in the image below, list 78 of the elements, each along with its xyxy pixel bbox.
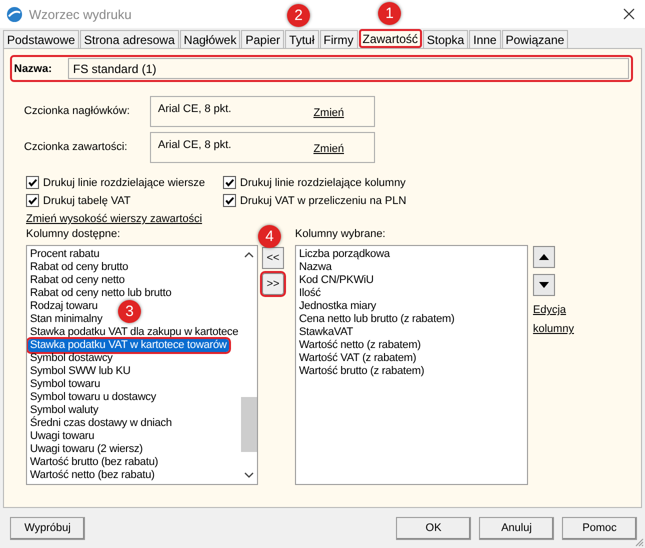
list-label: Kolumny dostępne:	[26, 228, 122, 240]
tab[interactable]: Inne	[469, 30, 501, 48]
row-height-link[interactable]: Zmień wysokość wierszy zawartości	[26, 213, 202, 225]
list-item[interactable]: Ilość	[297, 287, 323, 300]
selected-columns-list[interactable]: Liczba porządkowa Nazwa Kod CN/PKWiU Ilość Jednostka miary Cena netto lub brutto (z rabatem) StawkaVAT Wartość netto (z rabatem) Wartość VAT (z rabatem) Wartość brutto (z rabatem)	[295, 245, 528, 485]
tab[interactable]: Firmy	[320, 30, 358, 48]
list-item[interactable]: Symbol SWW lub KU	[28, 365, 133, 378]
list-item[interactable]: Procent rabatu	[28, 248, 102, 261]
field-label: Nazwa:	[14, 62, 53, 74]
list-item[interactable]: Rodzaj towaru	[28, 300, 100, 313]
field-label: Czcionka zawartości:	[24, 140, 128, 155]
list-item[interactable]: Wartość brutto (bez rabatu)	[28, 456, 160, 469]
list-item[interactable]: Uwagi towaru (2 wiersz)	[28, 443, 145, 456]
list-item[interactable]: Symbol towaru u dostawcy	[28, 391, 158, 404]
list-item[interactable]: Wartość brutto (z rabatem)	[297, 365, 426, 378]
tab[interactable]: Papier	[241, 30, 284, 48]
checkbox-label: Drukuj linie rozdzielające wiersze	[43, 176, 206, 188]
checkbox[interactable]	[223, 176, 236, 189]
app-logo-icon	[6, 6, 23, 22]
font-value: Arial CE, 8 pkt.	[158, 139, 232, 151]
move-button[interactable]: <<	[262, 247, 284, 269]
list-item[interactable]: Rabat od ceny netto lub brutto	[28, 287, 174, 300]
tab[interactable]: Tytuł	[285, 30, 319, 48]
change-link[interactable]: Zmień	[313, 107, 344, 119]
list-item[interactable]: Liczba porządkowa	[297, 248, 392, 261]
list-item[interactable]: Uwagi towaru	[28, 430, 96, 443]
list-item[interactable]: Stawka podatku VAT w kartotece towarów	[28, 339, 229, 352]
list-label: Kolumny wybrane:	[295, 228, 386, 240]
footer-button[interactable]: Anuluj	[479, 516, 554, 540]
list-item[interactable]: Jednostka miary	[297, 300, 378, 313]
list-item[interactable]: Stan minimalny	[28, 313, 104, 326]
available-columns-list[interactable]	[26, 245, 258, 485]
move-up-button[interactable]	[533, 246, 555, 268]
up-triangle-icon	[539, 254, 549, 260]
font-value: Arial CE, 8 pkt.	[158, 103, 232, 115]
list-item[interactable]: Symbol towaru	[28, 378, 102, 391]
footer-button[interactable]: OK	[396, 516, 471, 540]
tab[interactable]: Nagłówek	[180, 30, 240, 48]
footer-button[interactable]: Wypróbuj	[10, 516, 85, 540]
tab[interactable]: Podstawowe	[3, 30, 80, 48]
move-button[interactable]: >>	[262, 273, 284, 295]
scroll-up-icon[interactable]	[244, 251, 254, 259]
checkbox-label: Drukuj linie rozdzielające kolumny	[240, 176, 406, 188]
tab[interactable]: Powiązane	[502, 30, 568, 48]
change-link[interactable]: Zmień	[313, 143, 344, 155]
list-item[interactable]: Rabat od ceny netto	[28, 274, 127, 287]
list-item[interactable]: Nazwa	[297, 261, 334, 274]
resize-grip-icon[interactable]	[634, 537, 644, 547]
list-item[interactable]: Rabat od ceny brutto	[28, 261, 130, 274]
move-down-button[interactable]	[533, 274, 555, 296]
list-item[interactable]: Kod CN/PKWiU	[297, 274, 376, 287]
list-item[interactable]: Symbol waluty	[28, 404, 100, 417]
list-item[interactable]: Cena netto lub brutto (z rabatem)	[297, 313, 456, 326]
tab[interactable]: Zawartość	[358, 29, 422, 48]
edit-link[interactable]: Edycja	[533, 304, 574, 316]
list-item[interactable]: Wartość VAT (z rabatem)	[297, 352, 418, 365]
list-item[interactable]: Wartość netto (z rabatem)	[297, 339, 423, 352]
checkbox[interactable]	[26, 194, 39, 207]
tab[interactable]: Stopka	[422, 30, 468, 48]
field-label: Czcionka nagłówków:	[24, 104, 131, 119]
footer-button[interactable]: Pomoc	[562, 516, 637, 540]
name-field[interactable]: FS standard (1)	[68, 58, 629, 79]
list-item[interactable]: Wartość netto (bez rabatu)	[28, 469, 157, 482]
list-item[interactable]: Stawka podatku VAT dla zakupu w kartotece	[28, 326, 240, 339]
scroll-down-icon[interactable]	[244, 471, 254, 479]
checkbox[interactable]	[26, 176, 39, 189]
checkbox-label: Drukuj VAT w przeliczeniu na PLN	[240, 194, 406, 206]
down-triangle-icon	[539, 282, 549, 288]
close-icon[interactable]	[623, 8, 635, 20]
list-item[interactable]: Średni czas dostawy w dniach	[28, 417, 174, 430]
checkbox-label: Drukuj tabelę VAT	[43, 194, 131, 206]
list-item[interactable]: Symbol dostawcy	[28, 352, 115, 365]
edit-link[interactable]: kolumny	[533, 323, 574, 335]
list-item[interactable]: StawkaVAT	[297, 326, 356, 339]
checkbox[interactable]	[223, 194, 236, 207]
tab[interactable]: Strona adresowa	[80, 30, 179, 48]
scroll-thumb[interactable]	[241, 397, 257, 452]
window-title: Wzorzec wydruku	[29, 6, 132, 22]
